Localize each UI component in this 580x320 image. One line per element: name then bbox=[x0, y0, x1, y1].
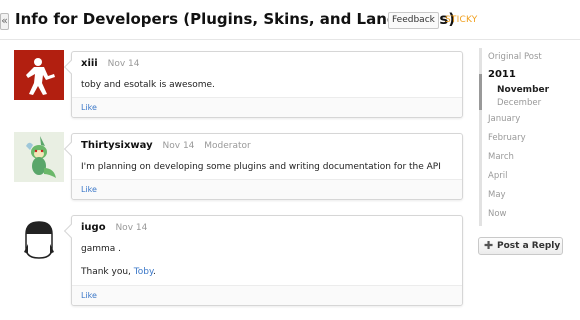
like-link[interactable]: Like bbox=[81, 103, 97, 112]
post-author[interactable]: iugo bbox=[81, 222, 106, 233]
back-button[interactable]: « bbox=[0, 13, 9, 30]
post-date[interactable]: Nov 14 bbox=[108, 59, 140, 69]
timeline-original-post[interactable]: Original Post bbox=[488, 52, 542, 62]
post-role-badge: Moderator bbox=[204, 141, 251, 151]
avatar-counter-strike-icon[interactable] bbox=[14, 50, 64, 100]
post-header: xiii Nov 14 bbox=[81, 58, 147, 69]
post-header: Thirtysixway Nov 14 Moderator bbox=[81, 140, 251, 151]
post-reply-button[interactable]: ✚ Post a Reply bbox=[478, 237, 563, 255]
post-body: I'm planning on developing some plugins … bbox=[81, 162, 441, 172]
timeline-month[interactable]: January bbox=[488, 114, 520, 124]
avatar-snivy-icon[interactable] bbox=[14, 132, 64, 182]
post-body-line: Thank you, Toby. bbox=[81, 267, 156, 277]
post-date[interactable]: Nov 14 bbox=[115, 223, 147, 233]
avatar-panda-icon[interactable] bbox=[14, 214, 64, 264]
timeline-month[interactable]: February bbox=[488, 133, 526, 143]
post-reply-label: Post a Reply bbox=[497, 241, 561, 251]
timeline-position-marker[interactable] bbox=[479, 74, 482, 110]
timeline-scrubber: Original Post 2011 November December Jan… bbox=[479, 48, 574, 226]
timeline-month[interactable]: May bbox=[488, 190, 506, 200]
post-body: toby and esotalk is awesome. bbox=[81, 80, 215, 90]
plus-icon: ✚ bbox=[484, 239, 494, 252]
mention-link[interactable]: Toby bbox=[134, 267, 153, 277]
post-footer: Like bbox=[72, 97, 462, 117]
post-card: xiii Nov 14 toby and esotalk is awesome.… bbox=[71, 51, 463, 118]
post-text: . bbox=[153, 267, 156, 277]
timeline-month[interactable]: March bbox=[488, 152, 514, 162]
post-body-line: gamma . bbox=[81, 244, 121, 254]
post-author[interactable]: xiii bbox=[81, 58, 98, 69]
post-card: iugo Nov 14 gamma . Thank you, Toby. Lik… bbox=[71, 215, 463, 306]
sticky-label: STICKY bbox=[445, 15, 478, 25]
post-card: Thirtysixway Nov 14 Moderator I'm planni… bbox=[71, 133, 463, 200]
timeline-month-active[interactable]: November bbox=[497, 85, 549, 95]
timeline-now[interactable]: Now bbox=[488, 209, 507, 219]
timeline-month[interactable]: December bbox=[497, 98, 541, 108]
post-date[interactable]: Nov 14 bbox=[163, 141, 195, 151]
like-link[interactable]: Like bbox=[81, 185, 97, 194]
post-text: Thank you, bbox=[81, 267, 134, 277]
timeline-year[interactable]: 2011 bbox=[488, 69, 516, 80]
like-link[interactable]: Like bbox=[81, 291, 97, 300]
post-header: iugo Nov 14 bbox=[81, 222, 154, 233]
conversation-header: « Info for Developers (Plugins, Skins, a… bbox=[0, 0, 580, 40]
feedback-tag-button[interactable]: Feedback bbox=[388, 12, 439, 29]
post-author[interactable]: Thirtysixway bbox=[81, 140, 153, 151]
post-footer: Like bbox=[72, 285, 462, 305]
timeline-month[interactable]: April bbox=[488, 171, 507, 181]
post-footer: Like bbox=[72, 179, 462, 199]
